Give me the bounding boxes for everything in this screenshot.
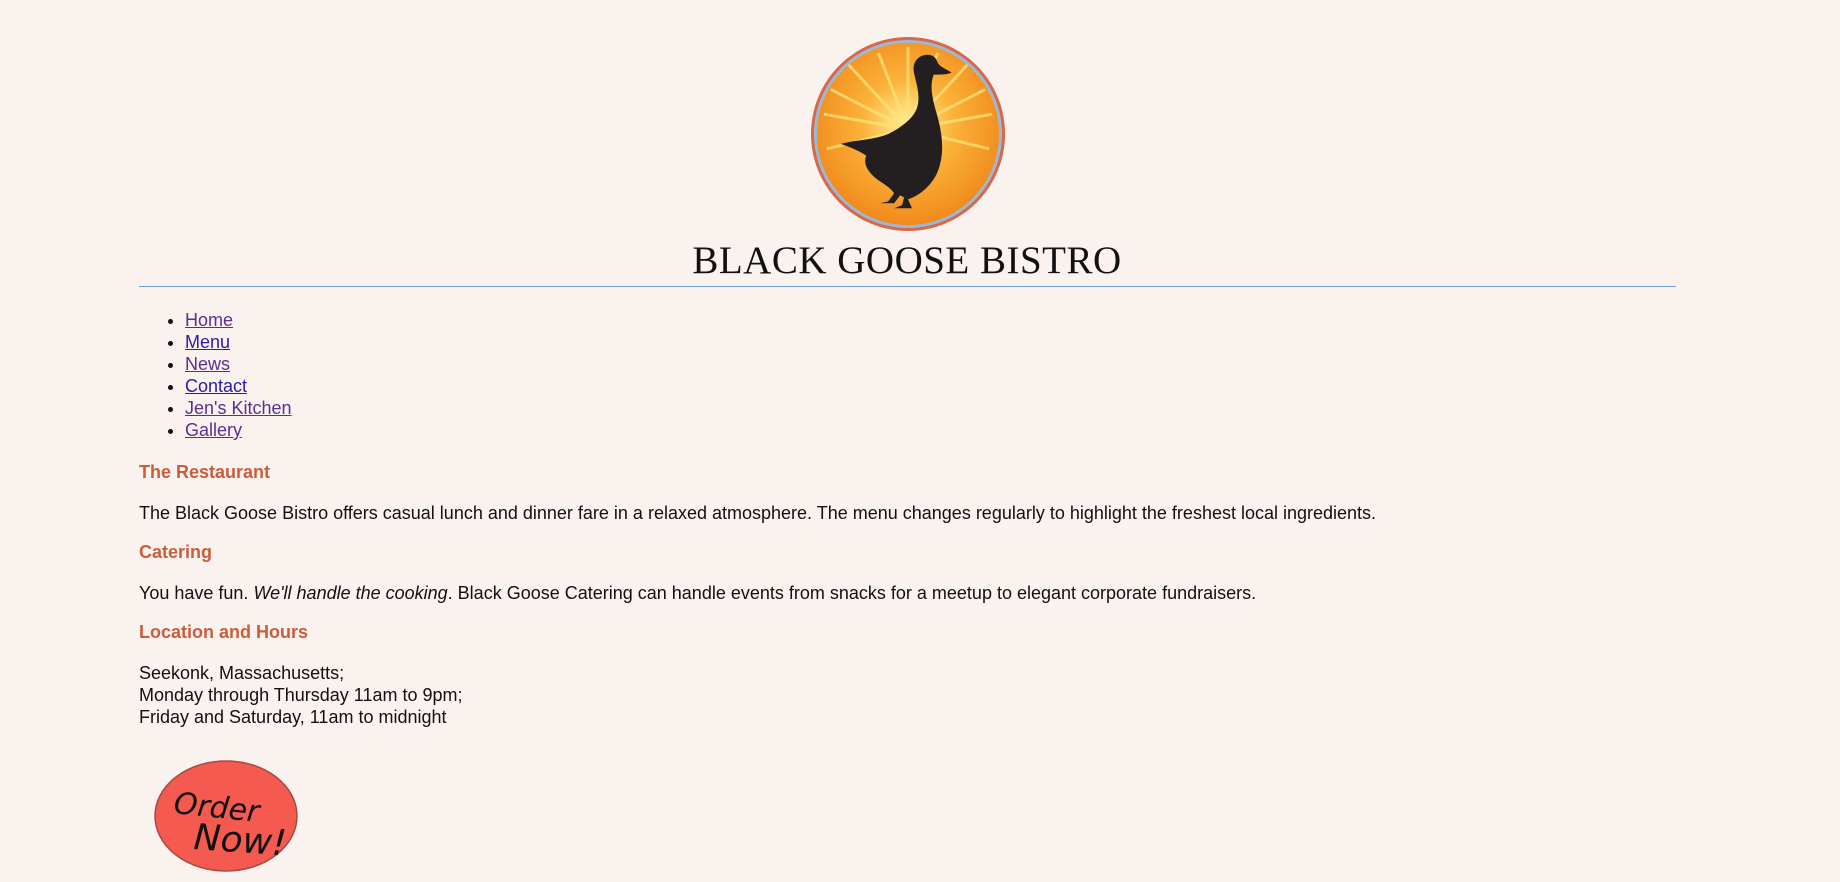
main-nav: Home Menu News Contact Jen's Kitchen Gal… bbox=[139, 309, 292, 441]
location-line-weekend-hours: Friday and Saturday, 11am to midnight bbox=[139, 707, 447, 727]
catering-text: You have fun. We'll handle the cooking. … bbox=[139, 582, 1256, 604]
nav-link-jens-kitchen[interactable]: Jen's Kitchen bbox=[185, 398, 292, 418]
nav-link-menu[interactable]: Menu bbox=[185, 332, 230, 352]
restaurant-heading: The Restaurant bbox=[139, 462, 271, 482]
nav-item-menu: Menu bbox=[185, 331, 292, 353]
nav-item-gallery: Gallery bbox=[185, 419, 292, 441]
location-line-weekday-hours: Monday through Thursday 11am to 9pm; bbox=[139, 685, 463, 705]
catering-heading: Catering bbox=[139, 542, 213, 562]
order-now-line2: Now! bbox=[192, 817, 287, 864]
nav-link-home[interactable]: Home bbox=[185, 310, 233, 330]
restaurant-text: The Black Goose Bistro offers casual lun… bbox=[139, 503, 1377, 523]
location-heading: Location and Hours bbox=[139, 622, 309, 642]
nav-link-news[interactable]: News bbox=[185, 354, 230, 374]
nav-item-news: News bbox=[185, 353, 292, 375]
location-line-city: Seekonk, Massachusetts; bbox=[139, 663, 345, 683]
goose-sunburst-logo-icon bbox=[810, 36, 1006, 232]
catering-text-start: You have fun. bbox=[139, 583, 254, 603]
nav-item-home: Home bbox=[185, 309, 292, 331]
nav-item-jens-kitchen: Jen's Kitchen bbox=[185, 397, 292, 419]
site-title: BLACK GOOSE BISTRO bbox=[692, 239, 1122, 282]
nav-link-gallery[interactable]: Gallery bbox=[185, 420, 242, 440]
nav-item-contact: Contact bbox=[185, 375, 292, 397]
location-hours: Seekonk, Massachusetts; Monday through T… bbox=[139, 662, 463, 728]
catering-text-emphasis: We'll handle the cooking bbox=[253, 583, 448, 603]
page: BLACK GOOSE BISTRO Home Menu News Contac… bbox=[0, 0, 1840, 882]
order-now-button[interactable]: Order Now! bbox=[153, 759, 299, 873]
nav-link-contact[interactable]: Contact bbox=[185, 376, 247, 396]
header-divider bbox=[139, 286, 1676, 287]
catering-text-end: . Black Goose Catering can handle events… bbox=[447, 583, 1257, 603]
